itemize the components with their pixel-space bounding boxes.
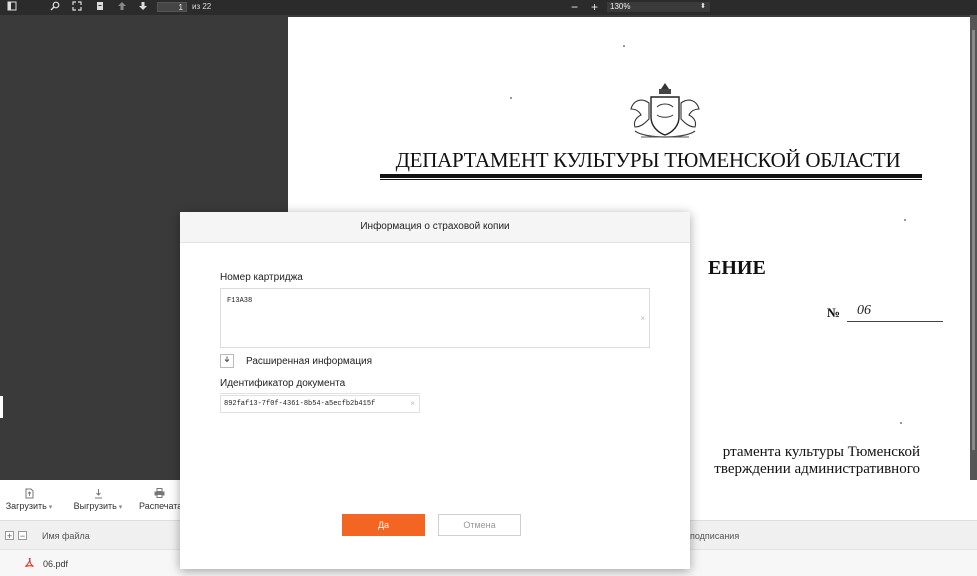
caret-down-icon: ▾ xyxy=(118,504,123,511)
fullscreen-icon[interactable] xyxy=(71,1,83,13)
arrow-down-icon[interactable] xyxy=(137,1,149,13)
clear-icon[interactable]: × xyxy=(640,314,645,323)
number-value: 06 xyxy=(857,303,871,318)
scan-speck xyxy=(900,422,902,424)
sidebar-icon[interactable] xyxy=(6,1,18,13)
print-label: Распечата xyxy=(139,501,180,511)
page-icon[interactable] xyxy=(94,1,106,13)
dialog-header: Информация о страховой копии xyxy=(180,212,690,243)
pdf-toolbar: 1 из 22 − + 130% ⬍ xyxy=(0,0,977,16)
upload-label: Загрузить xyxy=(5,501,47,511)
confirm-button[interactable]: Да xyxy=(342,514,425,536)
download-icon xyxy=(70,488,126,501)
caret-down-icon: ▾ xyxy=(48,504,53,511)
page-total: из 22 xyxy=(192,2,212,11)
download-label: Выгрузить xyxy=(73,501,117,511)
download-button[interactable]: Выгрузить ▾ xyxy=(70,488,126,518)
search-icon[interactable] xyxy=(49,1,61,13)
file-name: 06.pdf xyxy=(43,559,69,569)
collapse-all-icon[interactable]: − xyxy=(18,531,27,541)
document-type: ЕНИЕ xyxy=(708,257,766,279)
cancel-button[interactable]: Отмена xyxy=(438,514,521,536)
arrow-up-icon[interactable] xyxy=(116,1,128,13)
cartridge-number-label: Номер картриджа xyxy=(220,272,303,283)
column-header-signing[interactable]: подписания xyxy=(690,531,739,541)
page-number-input[interactable]: 1 xyxy=(157,2,187,12)
zoom-in-button[interactable]: + xyxy=(591,0,598,14)
body-text-line: тверждении административного xyxy=(714,461,920,477)
document-id-field[interactable]: 892faf13-7f0f-4361-8b54-a5ecfb2b415f × xyxy=(220,395,420,413)
column-header-filename[interactable]: Имя файла xyxy=(42,531,90,541)
document-id-label-box: Идентификатор документа xyxy=(220,377,420,394)
zoom-out-button[interactable]: − xyxy=(571,0,578,14)
sidebar-handle[interactable] xyxy=(0,396,3,418)
clear-icon[interactable]: × xyxy=(410,399,415,408)
printer-icon xyxy=(139,488,180,501)
number-label: № xyxy=(827,305,841,320)
title-underline-thin xyxy=(380,179,922,180)
document-id-value: 892faf13-7f0f-4361-8b54-a5ecfb2b415f xyxy=(224,400,376,408)
coat-of-arms-icon xyxy=(630,83,700,138)
print-button[interactable]: Распечата xyxy=(139,488,180,518)
document-id-label: Идентификатор документа xyxy=(220,378,346,389)
scan-speck xyxy=(623,45,625,47)
upload-icon xyxy=(4,488,54,501)
cartridge-number-value: F13A38 xyxy=(227,297,253,305)
title-underline xyxy=(380,174,922,178)
scan-speck xyxy=(904,219,906,221)
chevron-updown-icon: ⬍ xyxy=(700,3,706,10)
cartridge-number-field[interactable]: F13A38 × xyxy=(220,288,650,348)
scan-speck xyxy=(510,97,512,99)
upload-button[interactable]: Загрузить ▾ xyxy=(4,488,54,518)
number-underline xyxy=(847,321,943,322)
pdf-file-icon xyxy=(24,557,35,571)
page-scrollbar-thumb[interactable] xyxy=(972,30,975,450)
zoom-value: 130% xyxy=(610,2,631,11)
dialog-title: Информация о страховой копии xyxy=(360,221,510,232)
department-title: ДЕПАРТАМЕНТ КУЛЬТУРЫ ТЮМЕНСКОЙ ОБЛАСТИ xyxy=(395,148,901,172)
expand-all-icon[interactable]: + xyxy=(5,531,14,541)
zoom-select[interactable]: 130% ⬍ xyxy=(607,2,710,12)
extended-info-toggle[interactable]: Расширенная информация xyxy=(246,356,372,367)
backup-copy-info-dialog: Информация о страховой копии Номер картр… xyxy=(180,212,690,569)
expand-toggle-button[interactable] xyxy=(220,354,234,368)
body-text-line: ртамента культуры Тюменской xyxy=(722,444,920,460)
